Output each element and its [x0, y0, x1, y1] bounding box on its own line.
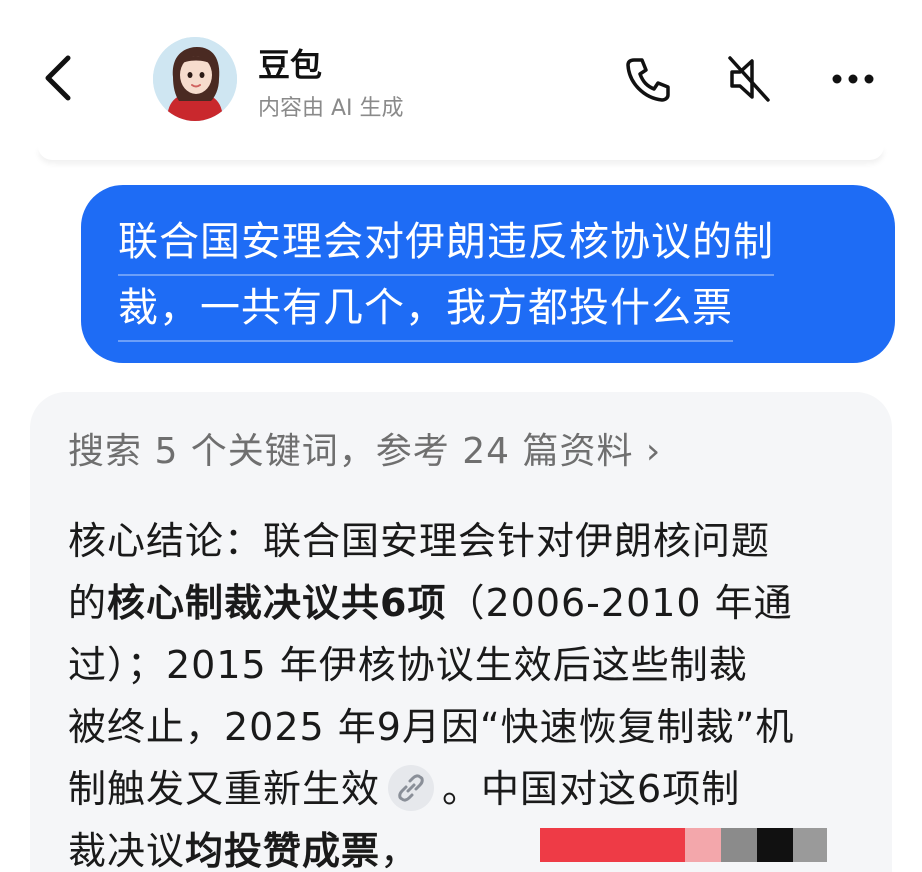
- answer-text: 裁决议: [68, 829, 186, 872]
- chat-screen: 豆包 内容由 AI 生成 联合国安理会对伊朗违反核协议的制 裁，一共有几个，我方…: [0, 0, 922, 872]
- ai-generated-note: 内容由 AI 生成: [258, 96, 404, 121]
- back-arrow-icon: [45, 55, 71, 101]
- phone-icon: [626, 58, 670, 102]
- link-icon: [398, 773, 424, 802]
- answer-line: 制触发又重新生效 。中国对这6项制: [68, 758, 868, 820]
- user-message-text[interactable]: 联合国安理会对伊朗违反核协议的制 裁，一共有几个，我方都投什么票: [118, 210, 838, 342]
- redaction-block: [757, 828, 793, 862]
- redaction-block: [721, 828, 757, 862]
- answer-line: 过）；2015 年伊核协议生效后这些制裁: [68, 643, 748, 687]
- answer-bold-text: 核心制裁决议共6项: [107, 581, 447, 625]
- redaction-block: [540, 828, 685, 862]
- answer-text: 的: [68, 581, 108, 625]
- more-button[interactable]: [826, 52, 880, 106]
- avatar[interactable]: [153, 37, 237, 121]
- answer-line: 的核心制裁决议共6项（2006-2010 年通: [68, 572, 868, 634]
- answer-text: （2006-2010 年通: [446, 581, 793, 625]
- source-link-button[interactable]: [388, 764, 435, 811]
- more-icon: [832, 74, 874, 84]
- avatar-portrait: [153, 37, 237, 121]
- answer-text: ，: [380, 829, 420, 872]
- search-references-link[interactable]: 搜索 5 个关键词，参考 24 篇资料 ›: [68, 422, 661, 474]
- mute-speaker-icon: [728, 56, 770, 102]
- answer-line: 被终止，2025 年9月因“快速恢复制裁”机: [68, 705, 795, 749]
- mute-button[interactable]: [722, 52, 776, 106]
- answer-bold-text: 均投赞成票: [185, 829, 381, 872]
- header-divider: [38, 146, 884, 160]
- answer-line: 核心结论：联合国安理会针对伊朗核问题: [68, 519, 771, 563]
- back-button[interactable]: [36, 48, 86, 108]
- call-button[interactable]: [620, 52, 674, 106]
- user-message-line: 裁，一共有几个，我方都投什么票: [118, 276, 733, 342]
- chat-title: 豆包: [258, 46, 323, 84]
- redaction-block: [685, 828, 721, 862]
- chat-header: 豆包 内容由 AI 生成: [0, 0, 922, 150]
- user-message-line: 联合国安理会对伊朗违反核协议的制: [118, 210, 774, 276]
- redaction-block: [793, 828, 827, 862]
- assistant-answer-text: 核心结论：联合国安理会针对伊朗核问题 的核心制裁决议共6项（2006-2010 …: [68, 510, 868, 872]
- answer-text: 制触发又重新生效: [68, 767, 381, 811]
- answer-text: 。中国对这6项制: [442, 767, 741, 811]
